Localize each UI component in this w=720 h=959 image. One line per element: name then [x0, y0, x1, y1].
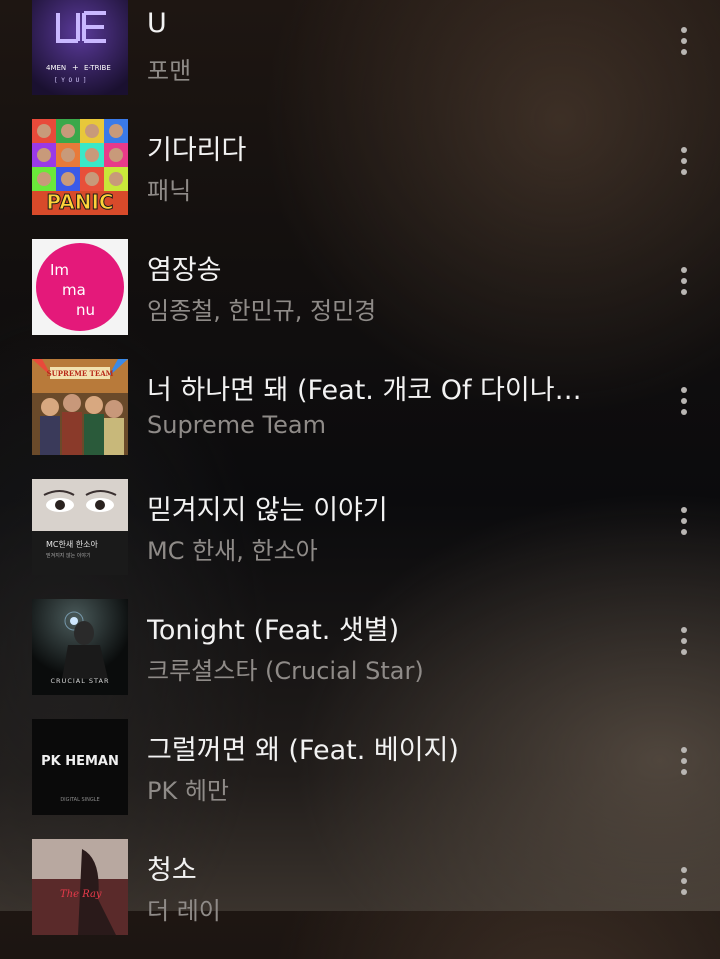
song-title: 기다리다 — [147, 135, 247, 166]
svg-text:E-TRIBE: E-TRIBE — [84, 64, 111, 72]
song-title: 청소 — [147, 855, 197, 886]
album-art-pk-heman-graphic: PK HEMAN DIGITAL SINGLE — [32, 719, 128, 815]
album-art-supreme-team: SUPREME TEAM — [32, 359, 128, 455]
more-options-icon[interactable] — [664, 261, 704, 301]
more-options-icon[interactable] — [664, 21, 704, 61]
svg-text:ma: ma — [62, 281, 86, 299]
album-art-pk-heman: PK HEMAN DIGITAL SINGLE — [32, 719, 128, 815]
svg-text:PANIC: PANIC — [46, 190, 113, 214]
song-title: 염장송 — [147, 255, 222, 286]
more-options-icon[interactable] — [664, 501, 704, 541]
song-artist: 크루셜스타 (Crucial Star) — [147, 657, 424, 685]
album-art-crucial-star-graphic: CRUCIAL STAR — [32, 599, 128, 695]
song-row[interactable]: The Ray 청소 더 레이 — [0, 839, 720, 959]
svg-text:PK HEMAN: PK HEMAN — [41, 754, 119, 769]
song-artist: 임종철, 한민규, 정민경 — [147, 297, 377, 325]
svg-text:MC한새 한소아: MC한새 한소아 — [46, 539, 98, 549]
song-row[interactable]: PANIC 기다리다 패닉 — [0, 119, 720, 239]
song-row[interactable]: CRUCIAL STAR Tonight (Feat. 샛별) 크루셜스타 (C… — [0, 599, 720, 719]
album-art-supreme-team-graphic: SUPREME TEAM — [32, 359, 128, 455]
album-art-immanu: Im ma nu — [32, 239, 128, 335]
song-title: 그럴꺼면 왜 (Feat. 베이지) — [147, 735, 459, 766]
svg-text:nu: nu — [76, 301, 95, 319]
svg-text:CRUCIAL STAR: CRUCIAL STAR — [51, 677, 110, 685]
song-row[interactable]: 4MEN E-TRIBE + [ Y O U ] U 포맨 — [0, 0, 720, 119]
song-row[interactable]: MC한새 한소아 믿겨지지 않는 이야기 믿겨지지 않는 이야기 MC 한새, … — [0, 479, 720, 599]
song-artist: 더 레이 — [147, 897, 221, 925]
song-artist: PK 헤만 — [147, 777, 229, 805]
album-art-4men: 4MEN E-TRIBE + [ Y O U ] — [32, 0, 128, 95]
svg-text:[ Y O U ]: [ Y O U ] — [54, 77, 87, 84]
more-options-icon[interactable] — [664, 861, 704, 901]
song-artist: MC 한새, 한소아 — [147, 537, 318, 565]
svg-text:믿겨지지 않는 이야기: 믿겨지지 않는 이야기 — [46, 552, 91, 559]
song-title: 믿겨지지 않는 이야기 — [147, 495, 388, 526]
song-title: U — [147, 8, 167, 39]
album-art-crucial-star: CRUCIAL STAR — [32, 599, 128, 695]
song-row[interactable]: Im ma nu 염장송 임종철, 한민규, 정민경 — [0, 239, 720, 359]
album-art-mc-hansae-graphic: MC한새 한소아 믿겨지지 않는 이야기 — [32, 479, 128, 575]
song-row[interactable]: SUPREME TEAM 너 하나면 돼 (Feat. 개코 Of 다이나… S… — [0, 359, 720, 479]
album-art-panic-graphic: PANIC — [32, 119, 128, 215]
album-art-4men-graphic: 4MEN E-TRIBE + [ Y O U ] — [32, 0, 128, 95]
svg-text:DIGITAL SINGLE: DIGITAL SINGLE — [60, 797, 99, 803]
album-art-the-ray: The Ray — [32, 839, 128, 935]
song-title: Tonight (Feat. 샛별) — [147, 615, 400, 646]
svg-text:SUPREME TEAM: SUPREME TEAM — [47, 369, 114, 378]
song-title: 너 하나면 돼 (Feat. 개코 Of 다이나… — [147, 375, 582, 406]
song-artist: 패닉 — [147, 177, 192, 205]
more-options-icon[interactable] — [664, 141, 704, 181]
svg-text:4MEN: 4MEN — [46, 64, 66, 72]
svg-text:Im: Im — [50, 261, 69, 279]
svg-text:+: + — [72, 63, 79, 72]
svg-text:The Ray: The Ray — [60, 889, 102, 900]
more-options-icon[interactable] — [664, 621, 704, 661]
more-options-icon[interactable] — [664, 381, 704, 421]
album-art-the-ray-graphic: The Ray — [32, 839, 128, 935]
song-artist: 포맨 — [147, 57, 192, 85]
song-row[interactable]: PK HEMAN DIGITAL SINGLE 그럴꺼면 왜 (Feat. 베이… — [0, 719, 720, 839]
song-artist: Supreme Team — [147, 411, 326, 439]
album-art-panic: PANIC — [32, 119, 128, 215]
album-art-immanu-graphic: Im ma nu — [32, 239, 128, 335]
more-options-icon[interactable] — [664, 741, 704, 781]
album-art-mc-hansae: MC한새 한소아 믿겨지지 않는 이야기 — [32, 479, 128, 575]
